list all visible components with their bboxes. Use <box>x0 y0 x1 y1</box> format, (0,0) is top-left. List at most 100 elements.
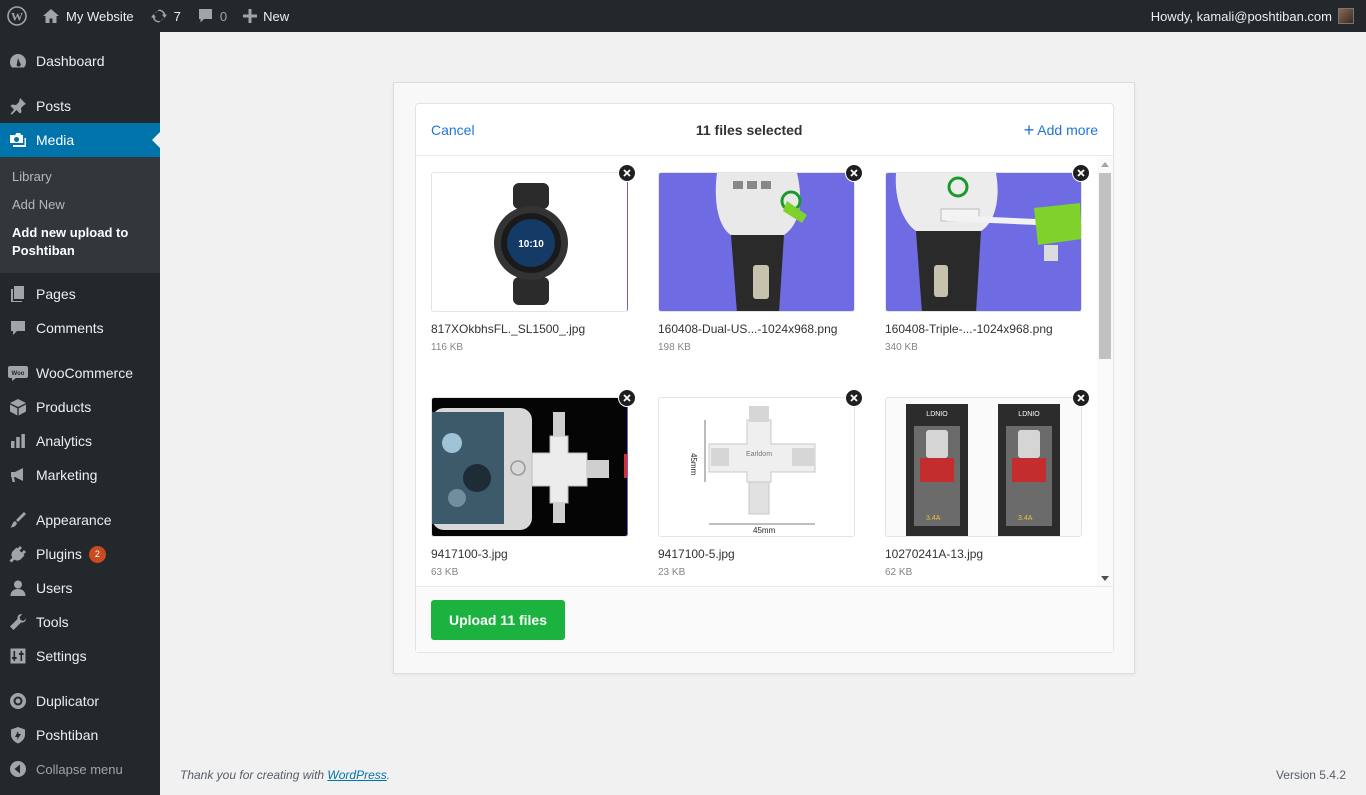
file-item: 10:10 817XOkbhsFL._SL1500_.jpg 116 KB <box>431 164 636 353</box>
sidebar-item-products[interactable]: Products <box>0 390 160 424</box>
pushpin-icon <box>8 96 28 116</box>
file-size: 23 KB <box>658 567 686 578</box>
user-greeting: Howdy, kamali@poshtiban.com <box>1150 8 1332 24</box>
remove-file-button[interactable] <box>1072 389 1090 407</box>
remove-file-button[interactable] <box>618 389 636 407</box>
file-item: 9417100-3.jpg 63 KB <box>431 389 636 578</box>
uploader-header: Cancel 11 files selected + Add more <box>416 104 1113 156</box>
sidebar-item-dashboard[interactable]: Dashboard <box>0 44 160 78</box>
file-thumbnail: 10:10 <box>431 172 628 312</box>
sidebar-label-posts: Posts <box>36 98 72 114</box>
media-camera-icon <box>8 130 28 150</box>
sidebar-item-duplicator[interactable]: Duplicator <box>0 684 160 718</box>
sidebar-label-plugins: Plugins <box>36 546 82 562</box>
site-name-menu[interactable]: My Website <box>34 0 142 32</box>
sidebar-label-pages: Pages <box>36 286 76 302</box>
uploader-wrapper: Cancel 11 files selected + Add more 10:1… <box>393 82 1135 674</box>
file-item: 160408-Triple-...-1024x968.png 340 KB <box>885 164 1090 353</box>
close-icon <box>623 169 631 177</box>
dimension-horizontal: 45mm <box>753 526 776 535</box>
sidebar-item-media[interactable]: Media <box>0 123 160 157</box>
file-size: 62 KB <box>885 567 913 578</box>
file-name: 10270241A-13.jpg <box>885 547 984 561</box>
close-icon <box>850 394 858 402</box>
updates-menu[interactable]: 7 <box>142 0 189 32</box>
updates-count: 7 <box>173 8 181 24</box>
wordpress-link[interactable]: WordPress <box>327 768 386 782</box>
scroll-up-arrow-icon[interactable] <box>1101 162 1109 167</box>
new-content-menu[interactable]: New <box>235 0 297 32</box>
plus-icon: + <box>1023 119 1035 140</box>
sidebar-item-poshtiban[interactable]: Poshtiban <box>0 718 160 752</box>
add-more-button[interactable]: + Add more <box>1023 119 1098 140</box>
footer-version: Version 5.4.2 <box>1275 768 1346 782</box>
sidebar-item-tools[interactable]: Tools <box>0 605 160 639</box>
remove-file-button[interactable] <box>845 164 863 182</box>
media-submenu: Library Add New Add new upload to Poshti… <box>0 157 160 273</box>
ldnio-brand-right: LDNIO <box>1018 411 1040 418</box>
watch-time: 10:10 <box>518 239 544 250</box>
brand-label: Earldom <box>746 451 772 458</box>
file-name: 160408-Dual-US...-1024x968.png <box>658 322 838 336</box>
footer-thanks-text: Thank you for creating with <box>180 768 328 782</box>
sidebar-item-appearance[interactable]: Appearance <box>0 503 160 537</box>
updates-icon <box>150 7 168 25</box>
plugin-plug-icon <box>8 544 28 564</box>
scrollbar-thumb[interactable] <box>1099 173 1111 359</box>
sidebar-item-pages[interactable]: Pages <box>0 277 160 311</box>
wordpress-logo-icon[interactable]: W <box>0 0 34 32</box>
file-thumbnail <box>658 172 855 312</box>
svg-text:Woo: Woo <box>12 371 25 377</box>
sidebar-item-woocommerce[interactable]: Woo WooCommerce <box>0 356 160 390</box>
comments-menu[interactable]: 0 <box>189 0 235 32</box>
files-scrollbar[interactable] <box>1097 157 1113 587</box>
upload-files-button[interactable]: Upload 11 files <box>431 600 565 640</box>
sidebar-item-settings[interactable]: Settings <box>0 639 160 673</box>
collapse-menu-button[interactable]: Collapse menu <box>0 752 160 786</box>
paintbrush-icon <box>8 510 28 530</box>
file-name: 160408-Triple-...-1024x968.png <box>885 322 1053 336</box>
submenu-add-new-upload-poshtiban[interactable]: Add new upload to Poshtiban <box>0 219 160 265</box>
svg-text:W: W <box>11 10 23 24</box>
cancel-button[interactable]: Cancel <box>431 122 475 138</box>
footer-thanks: Thank you for creating with WordPress. <box>180 768 390 782</box>
close-icon <box>1077 394 1085 402</box>
file-size: 198 KB <box>658 342 691 353</box>
admin-sidebar: Dashboard Posts Media Library Add New Ad… <box>0 32 160 795</box>
sidebar-label-woocommerce: WooCommerce <box>36 365 133 381</box>
home-icon <box>42 8 60 24</box>
duplicator-icon <box>8 691 28 711</box>
scroll-down-arrow-icon[interactable] <box>1101 576 1109 581</box>
submenu-add-new[interactable]: Add New <box>0 191 160 219</box>
sidebar-item-plugins[interactable]: Plugins 2 <box>0 537 160 571</box>
files-grid[interactable]: 10:10 817XOkbhsFL._SL1500_.jpg 116 KB 16… <box>416 157 1113 587</box>
remove-file-button[interactable] <box>618 164 636 182</box>
submenu-library[interactable]: Library <box>0 163 160 191</box>
ldnio-brand-left: LDNIO <box>926 411 948 418</box>
my-account-menu[interactable]: Howdy, kamali@poshtiban.com <box>1151 8 1366 24</box>
sidebar-label-products: Products <box>36 399 92 415</box>
file-name: 817XOkbhsFL._SL1500_.jpg <box>431 322 586 336</box>
pages-icon <box>8 284 28 304</box>
close-icon <box>1077 169 1085 177</box>
close-icon <box>623 394 631 402</box>
sidebar-label-settings: Settings <box>36 648 87 664</box>
remove-file-button[interactable] <box>1072 164 1090 182</box>
products-box-icon <box>8 397 28 417</box>
sidebar-item-posts[interactable]: Posts <box>0 89 160 123</box>
new-label: New <box>263 8 290 24</box>
admin-bar: W My Website 7 0 New Howdy, kamali@posht… <box>0 0 1366 32</box>
file-thumbnail <box>431 397 628 537</box>
sidebar-item-comments[interactable]: Comments <box>0 311 160 345</box>
shield-icon <box>8 725 28 745</box>
sidebar-item-marketing[interactable]: Marketing <box>0 458 160 492</box>
comment-bubble-icon <box>197 8 214 24</box>
sidebar-item-analytics[interactable]: Analytics <box>0 424 160 458</box>
sidebar-item-users[interactable]: Users <box>0 571 160 605</box>
collapse-arrow-icon <box>8 759 28 779</box>
plus-icon <box>243 9 258 23</box>
file-thumbnail: LDNIO LDNIO 3.4A 3.4A <box>885 397 1082 537</box>
settings-sliders-icon <box>8 646 28 666</box>
site-name: My Website <box>66 8 134 24</box>
remove-file-button[interactable] <box>845 389 863 407</box>
